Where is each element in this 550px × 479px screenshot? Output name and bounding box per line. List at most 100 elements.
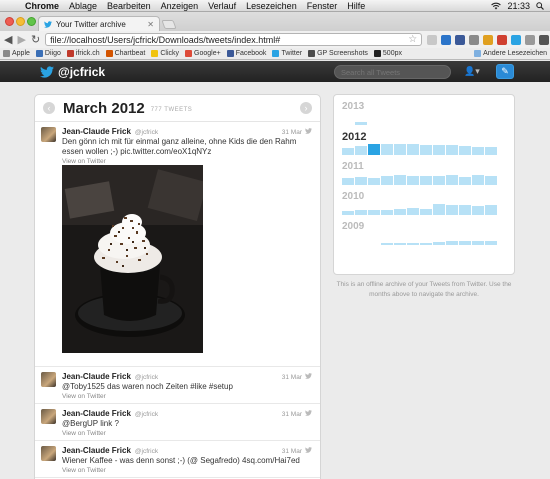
menu-fenster[interactable]: Fenster [307,1,338,11]
wifi-icon[interactable] [491,2,502,10]
tweet-date[interactable]: 31 Mar [282,129,302,136]
month-bar[interactable] [394,175,406,185]
tweet-photo[interactable] [62,165,203,353]
user-menu-icon[interactable]: 👤▾ [464,66,480,77]
month-bar[interactable] [472,241,484,245]
view-on-twitter-link[interactable]: View on Twitter [62,467,312,474]
zoom-window-icon[interactable] [27,17,36,26]
month-bar[interactable] [459,146,471,155]
account-handle[interactable]: @jcfrick [58,65,105,79]
avatar[interactable] [41,446,56,461]
avatar[interactable] [41,127,56,142]
year-label[interactable]: 2010 [342,191,506,203]
month-bar[interactable] [420,209,432,215]
bookmark-facebook[interactable]: Facebook [226,50,266,57]
menu-verlauf[interactable]: Verlauf [208,1,236,11]
month-bar[interactable] [433,145,445,155]
extension-2-icon[interactable] [441,34,452,45]
new-tab-button[interactable] [161,20,177,29]
menu-bearbeiten[interactable]: Bearbeiten [107,1,151,11]
month-bar[interactable] [368,144,380,155]
tweet-username[interactable]: @jcfrick [135,374,158,381]
month-bar[interactable] [342,148,354,155]
month-bar[interactable] [459,177,471,185]
bookmark-diigo[interactable]: Diigo [35,50,61,57]
year-label[interactable]: 2013 [342,101,506,113]
year-label[interactable]: 2009 [342,221,506,233]
twitter-bird-icon[interactable] [40,65,54,78]
month-bar[interactable] [381,176,393,185]
month-bar[interactable] [446,241,458,245]
month-bar[interactable] [420,243,432,245]
menu-lesezeichen[interactable]: Lesezeichen [246,1,297,11]
month-bar[interactable] [420,176,432,185]
other-bookmarks[interactable]: Andere Lesezeichen [474,50,547,57]
month-bar[interactable] [407,243,419,245]
tweet-date[interactable]: 31 Mar [282,374,302,381]
bookmark-500px[interactable]: 500px [373,50,402,57]
tweet-author-name[interactable]: Jean-Claude Frick [62,127,131,136]
month-bar[interactable] [472,206,484,215]
tweet-username[interactable]: @jcfrick [135,448,158,455]
tweet-author-name[interactable]: Jean-Claude Frick [62,372,131,381]
tweet-date[interactable]: 31 Mar [282,411,302,418]
month-bar[interactable] [368,210,380,215]
extension-3-icon[interactable] [455,34,466,45]
month-bar[interactable] [446,175,458,185]
extension-7-icon[interactable] [511,34,522,45]
avatar[interactable] [41,372,56,387]
back-icon[interactable]: ◀ [4,33,12,46]
search-input[interactable] [334,65,451,79]
month-bar[interactable] [459,241,471,245]
month-bar[interactable] [446,205,458,215]
month-bar[interactable] [381,243,393,245]
address-bar[interactable]: file://localhost/Users/jcfrick/Downloads… [45,33,423,46]
view-on-twitter-link[interactable]: View on Twitter [62,393,312,400]
month-bar[interactable] [342,211,354,215]
extension-9-icon[interactable] [539,34,550,45]
month-bar[interactable] [446,145,458,155]
close-tab-icon[interactable]: ✕ [147,20,154,29]
month-bar[interactable] [433,242,445,245]
month-bar[interactable] [472,147,484,155]
month-bar[interactable] [420,145,432,155]
next-month-button[interactable]: › [300,102,312,114]
month-bar[interactable] [485,241,497,245]
bookmark-clicky[interactable]: Clicky [151,50,179,57]
tweet-author-name[interactable]: Jean-Claude Frick [62,409,131,418]
menu-hilfe[interactable]: Hilfe [347,1,365,11]
month-bar[interactable] [472,175,484,185]
month-bar[interactable] [394,209,406,215]
reload-icon[interactable]: ↻ [31,33,40,46]
bookmark-gp-screenshots[interactable]: GP Screenshots [308,50,368,57]
extension-5-icon[interactable] [483,34,494,45]
month-bar[interactable] [433,204,445,215]
tweet-author-name[interactable]: Jean-Claude Frick [62,446,131,455]
address-url[interactable]: file://localhost/Users/jcfrick/Downloads… [50,35,408,45]
month-bar[interactable] [394,144,406,155]
tab-twitter-archive[interactable]: Your Twitter archive ✕ [38,16,160,31]
month-bar[interactable] [485,176,497,185]
tweet-username[interactable]: @jcfrick [135,411,158,418]
bookmark-ifrick[interactable]: ifrick.ch [66,50,100,57]
month-bar[interactable] [407,208,419,215]
month-bar[interactable] [485,205,497,215]
close-window-icon[interactable] [5,17,14,26]
extension-6-icon[interactable] [497,34,508,45]
view-on-twitter-link[interactable]: View on Twitter [62,158,312,165]
minimize-window-icon[interactable] [16,17,25,26]
month-bar[interactable] [381,144,393,155]
bookmark-chartbeat[interactable]: Chartbeat [105,50,145,57]
extension-1-icon[interactable] [427,34,438,45]
month-bar[interactable] [342,178,354,185]
bookmark-apple[interactable]: Apple [3,50,30,57]
month-bar[interactable] [368,178,380,185]
month-bar[interactable] [355,122,367,125]
compose-tweet-button[interactable]: ✎ [496,64,514,79]
tweet-date[interactable]: 31 Mar [282,448,302,455]
year-label[interactable]: 2011 [342,161,506,173]
month-bar[interactable] [355,210,367,215]
forward-icon[interactable]: ▶ [17,33,25,46]
bookmark-twitter[interactable]: Twitter [272,50,302,57]
month-bar[interactable] [459,205,471,215]
